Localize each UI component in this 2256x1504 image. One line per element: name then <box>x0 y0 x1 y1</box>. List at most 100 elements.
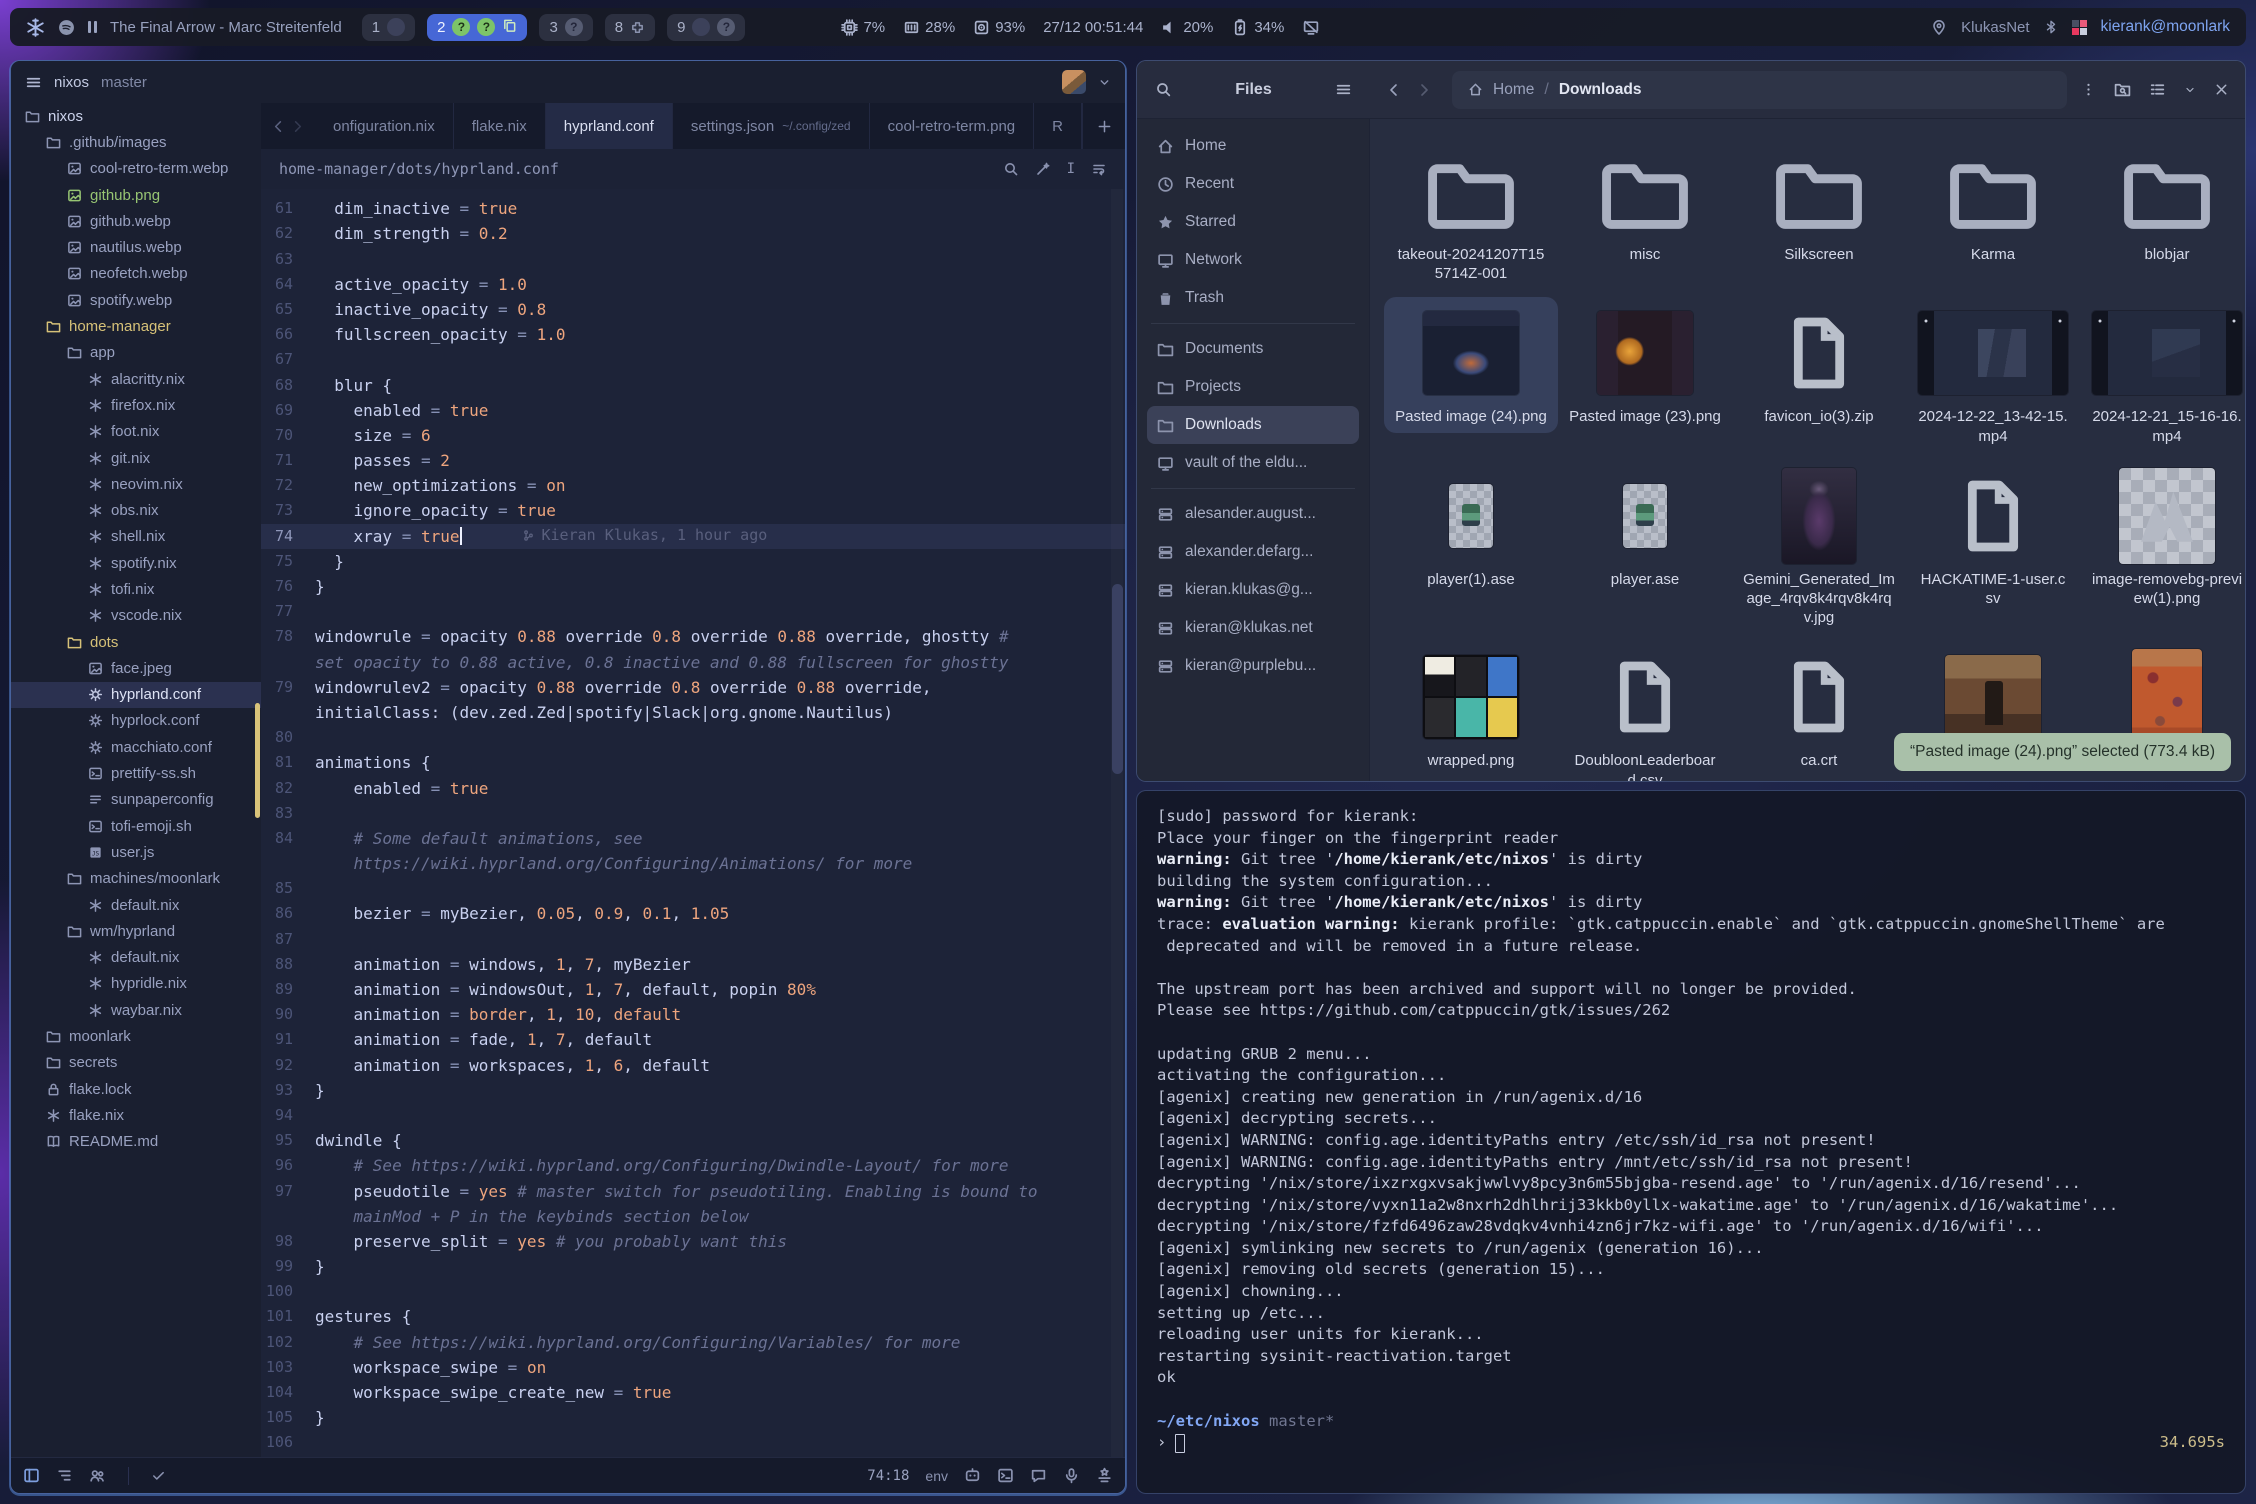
tree-item-spotify-webp[interactable]: spotify.webp <box>11 287 261 313</box>
file-item-2024-12-21-15-16-16-mp4[interactable]: 2024-12-21_15-16-16.mp4 <box>2080 297 2245 451</box>
kebab-menu-icon[interactable] <box>2081 82 2096 97</box>
file-item-silkscreen[interactable]: Silkscreen <box>1732 135 1906 270</box>
sidebar-item-kieran-klukas-net[interactable]: kieran@klukas.net <box>1147 609 1359 647</box>
chevron-down-icon[interactable] <box>1098 76 1111 89</box>
workspace-2[interactable]: 2?? <box>427 14 527 41</box>
file-item-hackatime-1-user-csv[interactable]: HACKATIME-1-user.csv <box>1906 460 2080 614</box>
new-tab-icon[interactable] <box>1097 119 1112 134</box>
cursor-position[interactable]: 74:18 <box>867 1468 909 1484</box>
tree-item-firefox-nix[interactable]: firefox.nix <box>11 392 261 418</box>
tree-item-hyprlock-conf[interactable]: hyprlock.conf <box>11 708 261 734</box>
sidebar-item-trash[interactable]: Trash <box>1147 279 1359 317</box>
nixos-logo-icon[interactable] <box>26 18 45 37</box>
file-item-2024-12-22-13-42-15-mp4[interactable]: 2024-12-22_13-42-15.mp4 <box>1906 297 2080 451</box>
tree-item-user-js[interactable]: JSuser.js <box>11 839 261 865</box>
wifi-ssid[interactable]: KlukasNet <box>1961 19 2029 36</box>
sidebar-item-vault-of-the-eldu-[interactable]: vault of the eldu... <box>1147 444 1359 482</box>
editor-scrollbar-thumb[interactable] <box>1112 584 1123 774</box>
tree-item-macchiato-conf[interactable]: macchiato.conf <box>11 734 261 760</box>
spotify-icon[interactable] <box>58 19 75 36</box>
pause-icon[interactable] <box>88 21 97 33</box>
file-item-karma[interactable]: Karma <box>1906 135 2080 270</box>
tree-item--github-images[interactable]: .github/images <box>11 129 261 155</box>
tree-item-nautilus-webp[interactable]: nautilus.webp <box>11 234 261 260</box>
file-item-favicon-io-3-zip[interactable]: favicon_io(3).zip <box>1732 297 1906 432</box>
close-icon[interactable] <box>2214 82 2229 97</box>
tree-item-neofetch-webp[interactable]: neofetch.webp <box>11 261 261 287</box>
avatar[interactable] <box>1062 70 1086 94</box>
tree-item-obs-nix[interactable]: obs.nix <box>11 497 261 523</box>
terminal-prompt[interactable]: › 34.695s <box>1157 1432 2225 1454</box>
terminal-panel-icon[interactable] <box>997 1467 1014 1484</box>
file-item-takeout-20241207t155714z-001[interactable]: takeout-20241207T155714Z-001 <box>1384 135 1558 289</box>
tab-flake-nix[interactable]: flake.nix <box>454 103 546 149</box>
tree-item-face-jpeg[interactable]: face.jpeg <box>11 655 261 681</box>
screen-off-icon[interactable] <box>1302 19 1320 36</box>
workspace-9[interactable]: 9? <box>667 14 745 41</box>
tree-item-sunpaperconfig[interactable]: sunpaperconfig <box>11 787 261 813</box>
search-folder-icon[interactable] <box>2114 81 2131 98</box>
extensions-icon[interactable] <box>1096 1467 1113 1484</box>
sidebar-item-kieran-purplebu-[interactable]: kieran@purplebu... <box>1147 647 1359 685</box>
project-name-button[interactable]: nixos <box>54 74 89 91</box>
tree-item-flake-nix[interactable]: flake.nix <box>11 1102 261 1128</box>
workspace-8[interactable]: 8 <box>605 14 655 41</box>
tree-item-hyprland-conf[interactable]: hyprland.conf <box>11 682 261 708</box>
file-item-doubloonleaderboard-csv[interactable]: DoubloonLeaderboard.csv <box>1558 641 1732 781</box>
mic-icon[interactable] <box>1063 1467 1080 1484</box>
soft-wrap-icon[interactable] <box>1091 161 1107 177</box>
sidebar-item-documents[interactable]: Documents <box>1147 330 1359 368</box>
tree-item-wm-hyprland[interactable]: wm/hyprland <box>11 918 261 944</box>
diagnostics-check-icon[interactable] <box>151 1468 166 1483</box>
tab-cool-retro-term-png[interactable]: cool-retro-term.png <box>870 103 1035 149</box>
tree-item-git-nix[interactable]: git.nix <box>11 445 261 471</box>
panel-scrollbar[interactable] <box>255 703 260 818</box>
sidebar-item-alesander-august-[interactable]: alesander.august... <box>1147 495 1359 533</box>
search-icon[interactable] <box>1003 161 1019 177</box>
file-item-blobjar[interactable]: blobjar <box>2080 135 2245 270</box>
tree-item-alacritty-nix[interactable]: alacritty.nix <box>11 366 261 392</box>
nav-back-icon[interactable] <box>271 119 286 134</box>
tree-item-hypridle-nix[interactable]: hypridle.nix <box>11 971 261 997</box>
tree-item-shell-nix[interactable]: shell.nix <box>11 524 261 550</box>
nav-forward-icon[interactable] <box>290 119 305 134</box>
sidebar-item-alexander-defarg-[interactable]: alexander.defarg... <box>1147 533 1359 571</box>
tree-item-app[interactable]: app <box>11 340 261 366</box>
file-item-misc[interactable]: misc <box>1558 135 1732 270</box>
file-item-ca-crt[interactable]: ca.crt <box>1732 641 1906 776</box>
tree-item-readme-md[interactable]: README.md <box>11 1129 261 1155</box>
list-view-icon[interactable] <box>2149 81 2166 98</box>
files-menu-icon[interactable] <box>1335 81 1352 98</box>
tree-item-home-manager[interactable]: home-manager <box>11 313 261 339</box>
file-item-pasted-image-24-png[interactable]: Pasted image (24).png <box>1384 297 1558 432</box>
bluetooth-icon[interactable] <box>2044 19 2058 35</box>
collab-panel-icon[interactable] <box>89 1467 106 1484</box>
tree-item-waybar-nix[interactable]: waybar.nix <box>11 997 261 1023</box>
breadcrumb[interactable]: Home / Downloads <box>1452 71 2067 109</box>
tree-item-default-nix[interactable]: default.nix <box>11 945 261 971</box>
tree-item-neovim-nix[interactable]: neovim.nix <box>11 471 261 497</box>
tree-item-prettify-ss-sh[interactable]: prettify-ss.sh <box>11 760 261 786</box>
tree-item-foot-nix[interactable]: foot.nix <box>11 419 261 445</box>
tree-item-github-webp[interactable]: github.webp <box>11 208 261 234</box>
tree-item-dots[interactable]: dots <box>11 629 261 655</box>
tree-item-nixos[interactable]: nixos <box>11 103 261 129</box>
project-panel-toggle-icon[interactable] <box>23 1467 40 1484</box>
files-back-icon[interactable] <box>1386 82 1402 98</box>
breadcrumb-current[interactable]: Downloads <box>1559 81 1642 99</box>
file-item-player-ase[interactable]: player.ase <box>1558 460 1732 595</box>
assistant-icon[interactable] <box>964 1467 981 1484</box>
sidebar-item-recent[interactable]: Recent <box>1147 165 1359 203</box>
sidebar-item-downloads[interactable]: Downloads <box>1147 406 1359 444</box>
tree-item-github-png[interactable]: github.png <box>11 182 261 208</box>
file-item-wrapped-png[interactable]: wrapped.png <box>1384 641 1558 776</box>
clock[interactable]: 27/12 00:51:44 <box>1043 19 1143 36</box>
volume-stat[interactable]: 20% <box>1161 19 1213 36</box>
tree-item-moonlark[interactable]: moonlark <box>11 1023 261 1049</box>
tree-item-cool-retro-term-webp[interactable]: cool-retro-term.webp <box>11 156 261 182</box>
workspace-1[interactable]: 1 <box>362 14 415 41</box>
tree-item-tofi-nix[interactable]: tofi.nix <box>11 576 261 602</box>
hamburger-menu-icon[interactable] <box>25 74 42 91</box>
tab-settings-json[interactable]: settings.json~/.config/zed <box>673 103 870 149</box>
breadcrumb[interactable]: home-manager/dots/hyprland.conf <box>279 160 559 178</box>
